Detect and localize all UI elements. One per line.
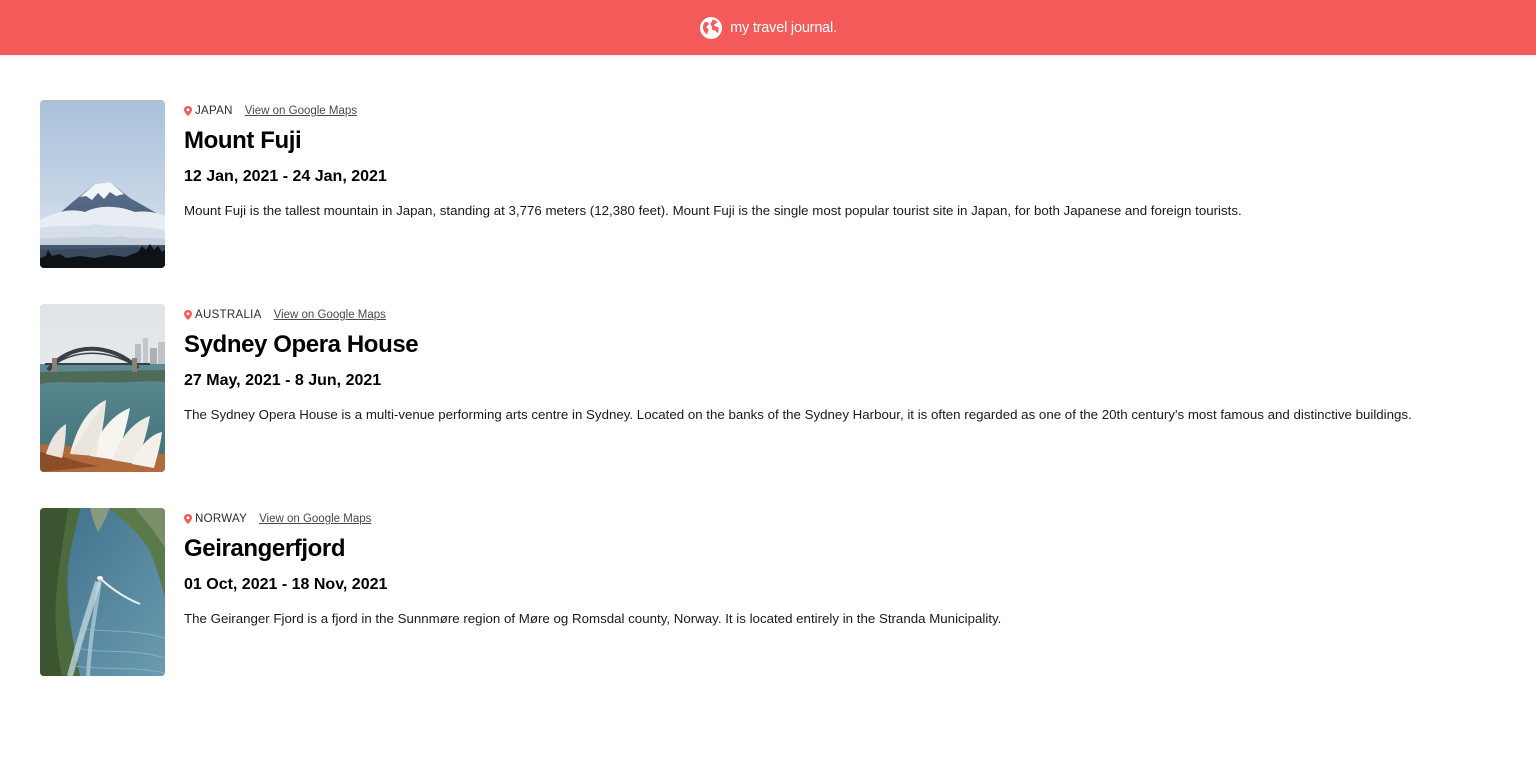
google-maps-link[interactable]: View on Google Maps	[245, 105, 357, 117]
journal-entries: JAPAN View on Google Maps Mount Fuji 12 …	[40, 100, 1500, 712]
entry-country: AUSTRALIA	[195, 309, 262, 321]
entry-dates: 27 May, 2021 - 8 Jun, 2021	[184, 372, 382, 389]
app-header: my travel journal.	[0, 0, 1536, 55]
entry-image-sydney-opera-house	[40, 304, 165, 472]
location-row: AUSTRALIA View on Google Maps	[184, 304, 1500, 326]
entry-description: Mount Fuji is the tallest mountain in Ja…	[184, 203, 1242, 218]
journal-entry: NORWAY View on Google Maps Geirangerfjor…	[40, 508, 1500, 676]
entry-info: AUSTRALIA View on Google Maps Sydney Ope…	[184, 304, 1500, 437]
entry-title: Mount Fuji	[184, 127, 302, 154]
entry-country: JAPAN	[195, 105, 233, 117]
location-row: JAPAN View on Google Maps	[184, 100, 1500, 122]
location-row: NORWAY View on Google Maps	[184, 508, 1500, 530]
journal-entry: JAPAN View on Google Maps Mount Fuji 12 …	[40, 100, 1500, 268]
entry-image-geirangerfjord	[40, 508, 165, 676]
entry-dates: 12 Jan, 2021 - 24 Jan, 2021	[184, 168, 387, 185]
entry-title: Sydney Opera House	[184, 331, 419, 358]
app-title: my travel journal.	[730, 19, 837, 36]
entry-title: Geirangerfjord	[184, 535, 346, 562]
location-pin-icon	[184, 106, 192, 116]
brand: my travel journal.	[699, 16, 837, 40]
journal-entry: AUSTRALIA View on Google Maps Sydney Ope…	[40, 304, 1500, 472]
google-maps-link[interactable]: View on Google Maps	[274, 309, 386, 321]
entry-info: JAPAN View on Google Maps Mount Fuji 12 …	[184, 100, 1500, 233]
location-pin-icon	[184, 514, 192, 524]
entry-image-mount-fuji	[40, 100, 165, 268]
location-pin-icon	[184, 310, 192, 320]
entry-description: The Sydney Opera House is a multi-venue …	[184, 407, 1412, 422]
entry-country: NORWAY	[195, 513, 248, 525]
entry-info: NORWAY View on Google Maps Geirangerfjor…	[184, 508, 1500, 641]
entry-description: The Geiranger Fjord is a fjord in the Su…	[184, 611, 1002, 626]
globe-icon	[700, 16, 723, 39]
entry-dates: 01 Oct, 2021 - 18 Nov, 2021	[184, 576, 388, 593]
google-maps-link[interactable]: View on Google Maps	[259, 513, 371, 525]
